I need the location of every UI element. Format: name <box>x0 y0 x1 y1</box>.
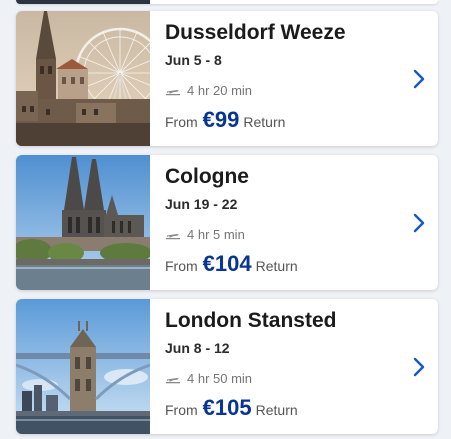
price-value: €104 <box>202 251 252 276</box>
previous-card-edge <box>16 0 438 4</box>
from-label: From <box>165 258 198 274</box>
flight-duration: 4 hr 5 min <box>165 227 245 242</box>
destination-photo <box>16 155 150 290</box>
destination-photo <box>16 299 150 434</box>
plane-icon <box>166 377 180 383</box>
duration-text: 4 hr 20 min <box>187 83 253 98</box>
price-value: €105 <box>202 395 252 420</box>
trip-type-label: Return <box>255 258 298 274</box>
destination-photo <box>16 11 150 146</box>
from-label: From <box>165 402 198 418</box>
destination-city: Dusseldorf Weeze <box>165 21 346 44</box>
duration-text: 4 hr 50 min <box>187 371 253 386</box>
price-row: From €105 Return <box>165 395 298 421</box>
duration-text: 4 hr 5 min <box>187 227 245 242</box>
price-row: From €104 Return <box>165 251 298 277</box>
travel-dates: Jun 8 - 12 <box>165 340 230 356</box>
flight-duration: 4 hr 20 min <box>165 83 252 98</box>
from-label: From <box>165 114 198 130</box>
trip-type-label: Return <box>255 402 298 418</box>
destination-card[interactable]: Cologne Jun 19 - 22 4 hr 5 min From €104… <box>16 155 438 290</box>
destination-card[interactable]: Dusseldorf Weeze Jun 5 - 8 4 hr 20 min F… <box>16 11 438 146</box>
destination-card[interactable]: London Stansted Jun 8 - 12 4 hr 50 min F… <box>16 299 438 434</box>
trip-type-label: Return <box>243 114 286 130</box>
travel-dates: Jun 5 - 8 <box>165 52 222 68</box>
destination-city: Cologne <box>165 165 249 188</box>
price-value: €99 <box>202 107 240 132</box>
plane-icon <box>166 89 180 95</box>
plane-icon <box>166 233 180 239</box>
chevron-right-icon[interactable] <box>412 213 426 233</box>
chevron-right-icon[interactable] <box>412 69 426 89</box>
previous-card-image-edge <box>16 0 150 4</box>
price-row: From €99 Return <box>165 107 285 133</box>
chevron-right-icon[interactable] <box>412 357 426 377</box>
travel-dates: Jun 19 - 22 <box>165 196 238 212</box>
destination-city: London Stansted <box>165 309 337 332</box>
flight-duration: 4 hr 50 min <box>165 371 252 386</box>
